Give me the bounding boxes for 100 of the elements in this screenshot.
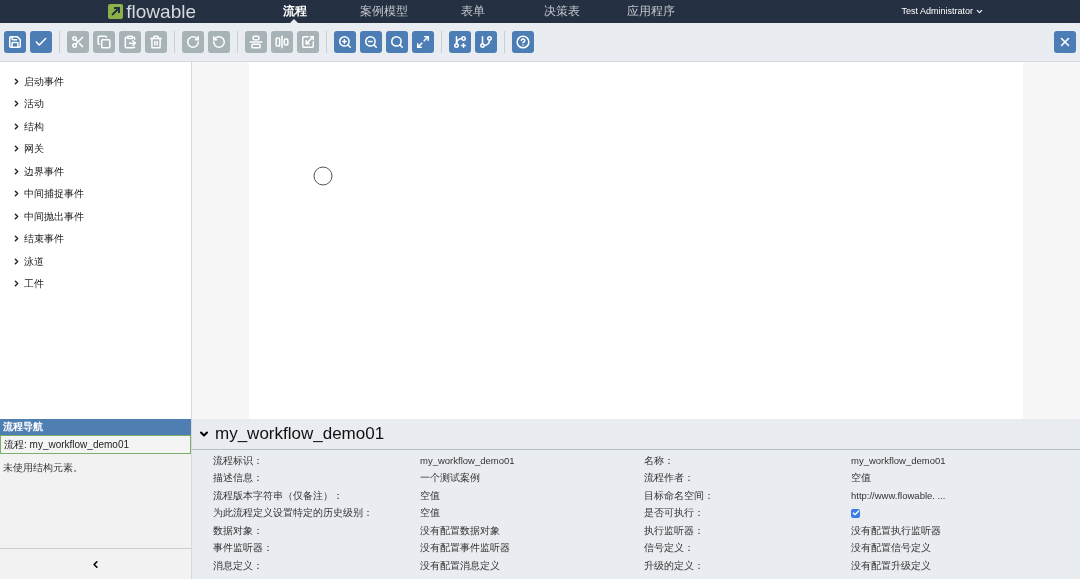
align-icon bbox=[249, 35, 263, 49]
property-label: 消息定义： bbox=[213, 559, 264, 572]
undo-icon bbox=[212, 35, 226, 49]
help-icon bbox=[516, 35, 530, 49]
nav-tab[interactable]: 案例模型 bbox=[339, 0, 428, 23]
property-label: 名称： bbox=[644, 454, 675, 467]
palette-item[interactable]: 泳道 bbox=[12, 250, 191, 273]
chevron-right-icon bbox=[12, 256, 21, 266]
palette-item[interactable]: 结束事件 bbox=[12, 227, 191, 250]
navigator-item[interactable]: 流程: my_workflow_demo01 bbox=[0, 435, 191, 454]
validate-button[interactable] bbox=[30, 31, 52, 53]
scissors-icon bbox=[71, 35, 85, 49]
palette-item[interactable]: 网关 bbox=[12, 137, 191, 160]
zoom-out-button[interactable] bbox=[360, 31, 382, 53]
property-label: 升级的定义： bbox=[644, 559, 705, 572]
property-value[interactable]: 空值 bbox=[420, 507, 440, 520]
zoom-out-icon bbox=[364, 35, 378, 49]
palette-label: 边界事件 bbox=[24, 164, 64, 179]
paste-icon bbox=[123, 35, 137, 49]
resize-icon bbox=[301, 35, 315, 49]
copy-icon bbox=[97, 35, 111, 49]
property-value[interactable]: 没有配置信号定义 bbox=[851, 542, 931, 555]
logo-icon bbox=[108, 4, 124, 19]
chevron-right-icon bbox=[12, 189, 21, 199]
palette-label: 中间捕捉事件 bbox=[24, 187, 84, 202]
property-value[interactable]: http://www.flowable. ... bbox=[851, 489, 946, 502]
close-button[interactable] bbox=[1054, 31, 1076, 53]
zoom-icon bbox=[390, 35, 404, 49]
branch-plus-icon bbox=[453, 35, 467, 49]
properties-title: my_workflow_demo01 bbox=[215, 423, 385, 446]
palette-item[interactable]: 启动事件 bbox=[12, 70, 191, 93]
palette-item[interactable]: 结构 bbox=[12, 115, 191, 138]
nav-tab[interactable]: 决策表 bbox=[517, 0, 606, 23]
palette-item[interactable]: 活动 bbox=[12, 92, 191, 115]
palette-label: 结构 bbox=[24, 119, 44, 134]
executable-checkbox[interactable] bbox=[851, 508, 860, 518]
navigator-title: 流程导航 bbox=[0, 419, 191, 435]
property-label: 信号定义： bbox=[644, 542, 695, 555]
palette-label: 活动 bbox=[24, 97, 44, 112]
property-label: 目标命名空间： bbox=[644, 489, 715, 502]
chevron-right-icon bbox=[12, 99, 21, 109]
remove-bendpoint-button[interactable] bbox=[475, 31, 497, 53]
palette-label: 工件 bbox=[24, 277, 44, 292]
palette-label: 结束事件 bbox=[24, 232, 64, 247]
close-icon bbox=[1058, 35, 1072, 49]
property-label: 描述信息： bbox=[213, 472, 264, 485]
logo-text: flowable bbox=[126, 2, 196, 21]
chevron-right-icon bbox=[12, 76, 21, 86]
palette-item[interactable]: 中间捕捉事件 bbox=[12, 182, 191, 205]
property-label: 流程版本字符串（仅备注）： bbox=[213, 489, 344, 502]
nav-tab[interactable]: 表单 bbox=[428, 0, 517, 23]
property-value[interactable]: my_workflow_demo01 bbox=[420, 454, 515, 467]
property-label: 流程作者： bbox=[644, 472, 695, 485]
property-label: 事件监听器： bbox=[213, 542, 274, 555]
palette-item[interactable]: 中间抛出事件 bbox=[12, 205, 191, 228]
branch-icon bbox=[479, 35, 493, 49]
property-label: 执行监听器： bbox=[644, 524, 705, 537]
trash-icon bbox=[149, 35, 163, 49]
chevron-right-icon bbox=[12, 166, 21, 176]
property-label: 是否可执行： bbox=[644, 507, 705, 520]
zoom-fit-button[interactable] bbox=[412, 31, 434, 53]
check-icon bbox=[34, 35, 48, 49]
property-label: 为此流程定义设置特定的历史级别： bbox=[213, 507, 374, 520]
expand-icon bbox=[416, 35, 430, 49]
property-value[interactable]: 没有配置消息定义 bbox=[420, 559, 500, 572]
property-value[interactable]: 没有配置执行监听器 bbox=[851, 524, 941, 537]
chevron-right-icon bbox=[12, 121, 21, 131]
start-event-circle bbox=[313, 166, 333, 186]
chevron-right-icon bbox=[12, 279, 21, 289]
palette-label: 泳道 bbox=[24, 254, 44, 269]
nav-tab[interactable]: 应用程序 bbox=[606, 0, 695, 23]
property-value[interactable]: 没有配置数据对象 bbox=[420, 524, 500, 537]
palette-label: 启动事件 bbox=[24, 74, 64, 89]
chevron-left-icon bbox=[90, 558, 101, 570]
navigator-note: 未使用结构元素。 bbox=[2, 461, 84, 475]
chevron-down-icon bbox=[975, 7, 984, 16]
property-label: 数据对象： bbox=[213, 524, 264, 537]
zoom-in-button[interactable] bbox=[334, 31, 356, 53]
chevron-right-icon bbox=[12, 211, 21, 221]
zoom-actual-button[interactable] bbox=[386, 31, 408, 53]
redo-icon bbox=[186, 35, 200, 49]
palette-item[interactable]: 工件 bbox=[12, 272, 191, 295]
palette-label: 网关 bbox=[24, 142, 44, 157]
property-value[interactable]: my_workflow_demo01 bbox=[851, 454, 946, 467]
align-icon bbox=[275, 35, 289, 49]
property-value[interactable]: 没有配置升级定义 bbox=[851, 559, 931, 572]
add-bendpoint-button[interactable] bbox=[449, 31, 471, 53]
check-icon bbox=[851, 509, 860, 518]
palette-label: 中间抛出事件 bbox=[24, 209, 84, 224]
chevron-right-icon bbox=[12, 144, 21, 154]
help-button[interactable] bbox=[512, 31, 534, 53]
property-value[interactable]: 一个测试案例 bbox=[420, 472, 480, 485]
property-value[interactable]: 空值 bbox=[851, 472, 871, 485]
property-label: 流程标识： bbox=[213, 454, 264, 467]
user-menu[interactable]: Test Administrator bbox=[901, 4, 984, 19]
save-button[interactable] bbox=[4, 31, 26, 53]
save-icon bbox=[8, 35, 22, 49]
palette-item[interactable]: 边界事件 bbox=[12, 160, 191, 183]
property-value[interactable]: 没有配置事件监听器 bbox=[420, 542, 510, 555]
property-value[interactable]: 空值 bbox=[420, 489, 440, 502]
